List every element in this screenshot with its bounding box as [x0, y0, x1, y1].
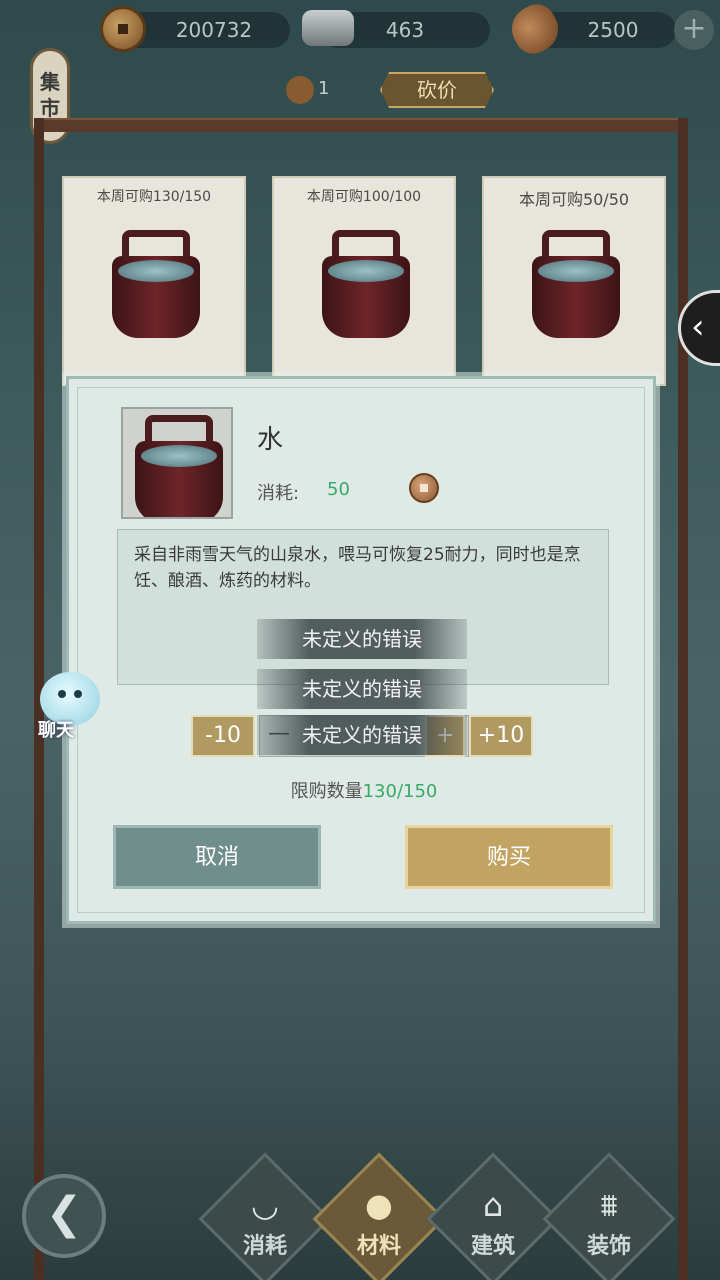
shop-card[interactable]: 本周可购130/150: [62, 176, 246, 386]
ingredients-icon: ●: [365, 1186, 393, 1224]
tab-consumables-label: 消耗: [242, 1233, 287, 1259]
seed-icon: [503, 0, 567, 61]
purchase-limit: 限购数量130/150: [69, 777, 659, 803]
shop-card-limit: 本周可购100/100: [306, 189, 422, 205]
chat-label: 聊天: [38, 720, 74, 741]
currency-seed-value: 2500: [587, 18, 639, 42]
item-description-box: 采自非雨雪天气的山泉水，喂马可恢复25耐力，同时也是烹饪、酿酒、炼药的材料。: [117, 529, 609, 685]
item-thumbnail: [121, 407, 233, 519]
cost-label: 消耗:: [257, 483, 300, 504]
purchase-limit-value: 130/150: [362, 781, 438, 802]
copper-coin-icon: [100, 6, 146, 52]
shop-post-right: [678, 118, 688, 1280]
purchase-limit-label: 限购数量: [290, 781, 363, 802]
item-description: 采自非雨雪天气的山泉水，喂马可恢复25耐力，同时也是烹饪、酿酒、炼药的材料。: [134, 545, 581, 591]
shop-beam: [40, 118, 688, 132]
gate-icon: ⩩: [600, 1186, 618, 1224]
purchase-dialog: 水 消耗: 50 采自非雨雪天气的山泉水，喂马可恢复25耐力，同时也是烹饪、酿酒…: [66, 376, 656, 924]
add-currency-button[interactable]: +: [674, 10, 714, 50]
copper-coin-icon: [409, 473, 439, 503]
shop-card-limit: 本周可购130/150: [96, 189, 212, 205]
bargain-button[interactable]: 砍价: [380, 72, 494, 108]
plus-10-button[interactable]: +10: [469, 715, 533, 757]
ice-bucket-icon: [532, 230, 620, 338]
shop-card-limit: 本周可购50/50: [518, 190, 630, 209]
market-sign-char-1: 集: [40, 70, 60, 94]
error-toast: 未定义的错误: [257, 715, 467, 755]
chat-eye-left: [58, 690, 66, 698]
silver-ingot-icon: [302, 10, 354, 46]
shop-card[interactable]: 本周可购100/100: [272, 176, 456, 386]
error-toast: 未定义的错误: [257, 619, 467, 659]
water-bucket-icon: [135, 415, 223, 517]
tab-decorations-label: 装饰: [586, 1233, 631, 1259]
currency-silver-value: 463: [385, 18, 425, 42]
tab-materials-label: 材料: [356, 1233, 401, 1259]
chevron-left-icon: ‹: [691, 307, 705, 347]
item-name: 水: [257, 425, 284, 455]
back-arrow-icon: ❮: [45, 1188, 83, 1239]
bowl-icon: ◡: [251, 1186, 279, 1224]
tab-buildings-label: 建筑: [470, 1233, 515, 1259]
cancel-button[interactable]: 取消: [113, 825, 321, 889]
building-icon: ⌂: [482, 1186, 504, 1224]
chat-eye-right: [74, 690, 82, 698]
back-button[interactable]: ❮: [22, 1174, 106, 1258]
currency-copper-value: 200732: [175, 18, 253, 42]
minus-10-button[interactable]: -10: [191, 715, 255, 757]
water-bucket-icon: [112, 230, 200, 338]
shop-card[interactable]: 本周可购50/50: [482, 176, 666, 386]
buy-button[interactable]: 购买: [405, 825, 613, 889]
bargain-token-icon: [286, 76, 314, 104]
water-bucket-icon: [322, 230, 410, 338]
bargain-token-count: 1: [318, 78, 330, 99]
error-toast: 未定义的错误: [257, 669, 467, 709]
cost-value: 50: [327, 479, 350, 500]
